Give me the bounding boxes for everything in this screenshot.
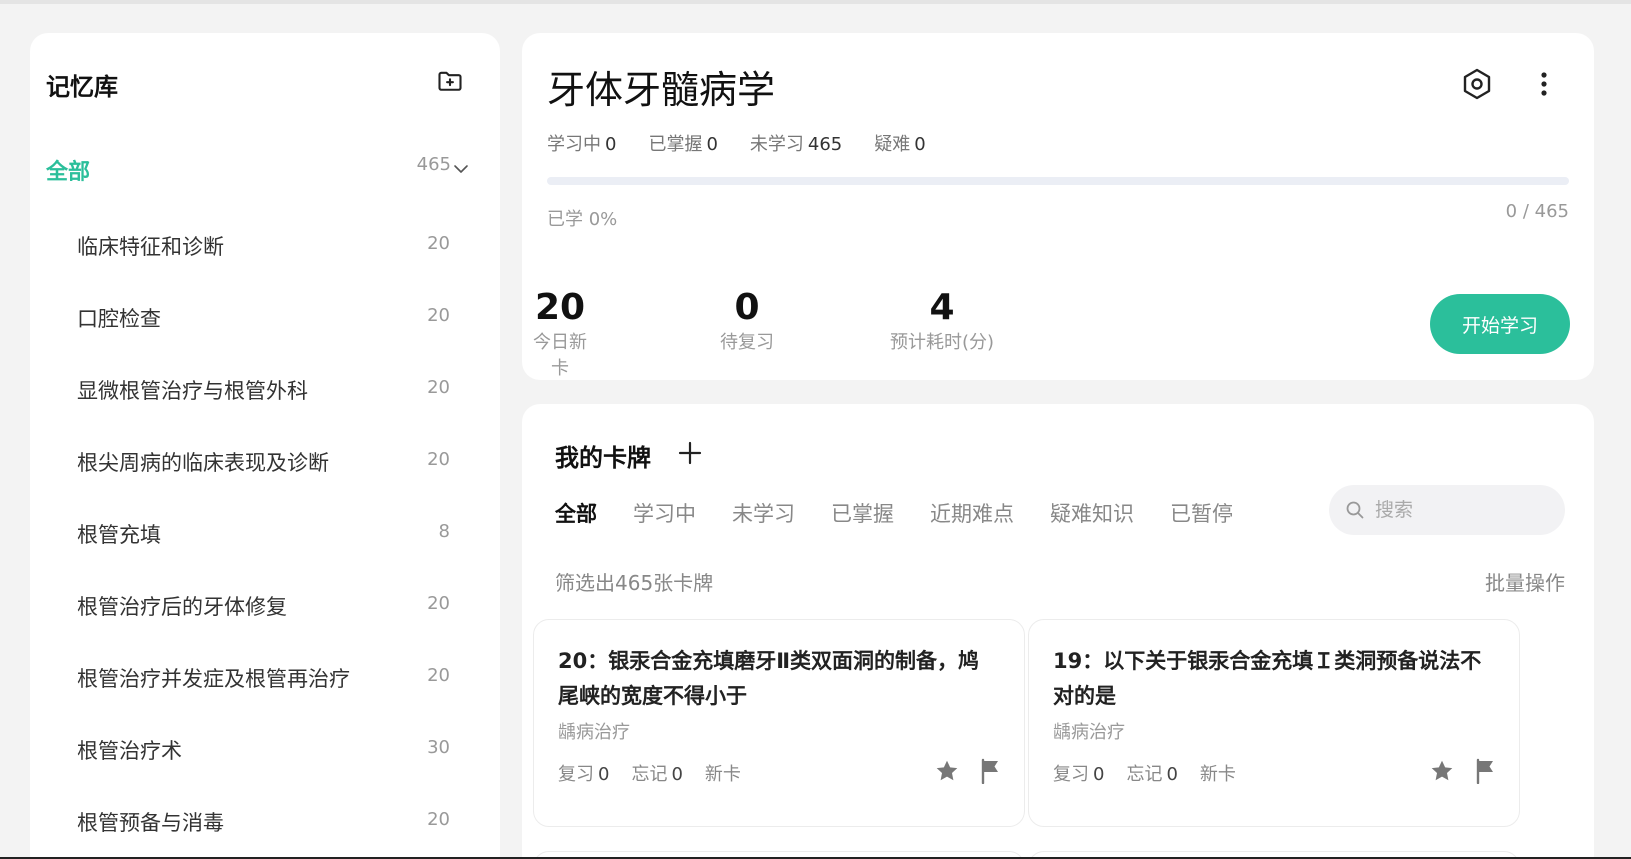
metric-estimated-time: 4 预计耗时(分): [889, 287, 995, 353]
flashcard[interactable]: 19：以下关于银汞合金充填Ｉ类洞预备说法不对的是龋病治疗复习 0 忘记 0 新卡: [1028, 619, 1520, 827]
sidebar-item-count: 20: [427, 305, 450, 326]
start-learning-button[interactable]: 开始学习: [1430, 294, 1570, 354]
sidebar-item-label: 显微根管治疗与根管外科: [77, 379, 308, 403]
sidebar-item-count: 20: [427, 377, 450, 398]
sidebar-item[interactable]: 根管治疗后的牙体修复 20: [30, 577, 500, 637]
sidebar-item[interactable]: 根尖周病的临床表现及诊断 20: [30, 433, 500, 493]
tab-0[interactable]: 全部: [555, 498, 597, 528]
search-input[interactable]: [1375, 499, 1555, 521]
sidebar-item-count: 20: [427, 809, 450, 830]
sidebar-item-all[interactable]: 全部: [46, 154, 90, 186]
learned-fraction: 0 / 465: [1505, 201, 1569, 222]
card-category: 龋病治疗: [558, 722, 630, 743]
sidebar-item-count: 20: [427, 665, 450, 686]
tab-5[interactable]: 疑难知识: [1050, 498, 1134, 528]
card-filter-tabs: 全部 学习中 未学习 已掌握 近期难点 疑难知识 已暂停: [555, 498, 1269, 528]
sidebar-item-label: 根尖周病的临床表现及诊断: [77, 451, 329, 475]
tab-6[interactable]: 已暂停: [1170, 498, 1233, 528]
stat-unlearned: 未学习 465: [749, 134, 843, 155]
deck-stats: 学习中 0 已掌握 0 未学习 465 疑难 0: [547, 130, 926, 156]
sidebar-item-label: 临床特征和诊断: [77, 235, 224, 259]
flag-icon[interactable]: [978, 758, 1002, 785]
card-meta: 复习 0 忘记 0 新卡: [558, 760, 741, 786]
sidebar-all-count: 465: [416, 154, 451, 175]
sidebar-item-label: 根管治疗后的牙体修复: [77, 595, 287, 619]
chevron-down-icon[interactable]: [452, 160, 470, 178]
folder-plus-icon[interactable]: [436, 67, 464, 95]
flag-icon[interactable]: [1473, 758, 1497, 785]
sidebar-item-count: 20: [427, 233, 450, 254]
cards-panel-title: 我的卡牌: [555, 444, 651, 472]
target-icon[interactable]: [1460, 67, 1494, 101]
card-category: 龋病治疗: [1053, 722, 1125, 743]
sidebar-item[interactable]: 临床特征和诊断 20: [30, 217, 500, 277]
card-review-count: 复习 0: [1053, 764, 1105, 785]
cards-panel: 我的卡牌 全部 学习中 未学习 已掌握 近期难点 疑难知识 已暂停 筛选出465张卡牌 批量…: [522, 404, 1594, 859]
card-forget-count: 忘记 0: [631, 764, 683, 785]
sidebar-item[interactable]: 根管治疗术 30: [30, 721, 500, 781]
metric-due-review: 0 待复习: [720, 287, 774, 353]
star-icon[interactable]: [934, 758, 960, 784]
sidebar-item[interactable]: 根管预备与消毒 20: [30, 793, 500, 853]
card-review-count: 复习 0: [558, 764, 610, 785]
stat-difficult: 疑难 0: [874, 134, 926, 155]
filter-result-text: 筛选出465张卡牌: [555, 571, 714, 595]
card-status: 新卡: [704, 764, 741, 785]
sidebar-item-count: 20: [427, 449, 450, 470]
sidebar-item-label: 根管充填: [77, 523, 161, 547]
sidebar: 记忆库 全部 465 临床特征和诊断 20 口腔检查 20 显微根管治疗与根管外科 20 根…: [30, 33, 500, 859]
tab-2[interactable]: 未学习: [732, 498, 795, 528]
sidebar-item-label: 根管治疗并发症及根管再治疗: [77, 667, 350, 691]
star-icon[interactable]: [1429, 758, 1455, 784]
sidebar-item-label: 口腔检查: [77, 307, 161, 331]
sidebar-item-count: 8: [438, 521, 450, 542]
card-question: 20：银汞合金充填磨牙Ⅱ类双面洞的制备，鸠尾峡的宽度不得小于: [558, 649, 980, 708]
sidebar-item-label: 根管预备与消毒: [77, 811, 224, 835]
sidebar-title: 记忆库: [46, 73, 118, 101]
sidebar-item[interactable]: 显微根管治疗与根管外科 20: [30, 361, 500, 421]
stat-learning: 学习中 0: [547, 134, 617, 155]
learned-percent: 已学 0%: [547, 209, 618, 230]
sidebar-item[interactable]: 根管充填 8: [30, 505, 500, 565]
plus-icon[interactable]: [677, 440, 703, 466]
sidebar-item-count: 30: [427, 737, 450, 758]
search-icon: [1345, 500, 1365, 520]
stat-mastered: 已掌握 0: [648, 134, 718, 155]
card-question: 19：以下关于银汞合金充填Ｉ类洞预备说法不对的是: [1053, 649, 1482, 708]
sidebar-item-count: 20: [427, 593, 450, 614]
search-box[interactable]: [1329, 485, 1565, 535]
sidebar-item[interactable]: 口腔检查 20: [30, 289, 500, 349]
progress-bar: [547, 177, 1569, 185]
metric-new-cards: 20 今日新卡: [533, 287, 587, 379]
card-forget-count: 忘记 0: [1126, 764, 1178, 785]
tab-3[interactable]: 已掌握: [831, 498, 894, 528]
sidebar-item-label: 根管治疗术: [77, 739, 182, 763]
more-vertical-icon[interactable]: [1532, 67, 1556, 101]
deck-header-card: 牙体牙髓病学 学习中 0 已掌握 0 未学习 465 疑难 0 已学 0% 0 / 46…: [522, 33, 1594, 380]
card-meta: 复习 0 忘记 0 新卡: [1053, 760, 1236, 786]
sidebar-item[interactable]: 根管治疗并发症及根管再治疗 20: [30, 649, 500, 709]
card-status: 新卡: [1199, 764, 1236, 785]
deck-title: 牙体牙髓病学: [547, 68, 776, 112]
flashcard[interactable]: 20：银汞合金充填磨牙Ⅱ类双面洞的制备，鸠尾峡的宽度不得小于龋病治疗复习 0 忘记 0…: [533, 619, 1025, 827]
batch-operation-button[interactable]: 批量操作: [1485, 567, 1565, 596]
tab-1[interactable]: 学习中: [633, 498, 696, 528]
tab-4[interactable]: 近期难点: [930, 498, 1014, 528]
top-strip: [0, 0, 1631, 4]
